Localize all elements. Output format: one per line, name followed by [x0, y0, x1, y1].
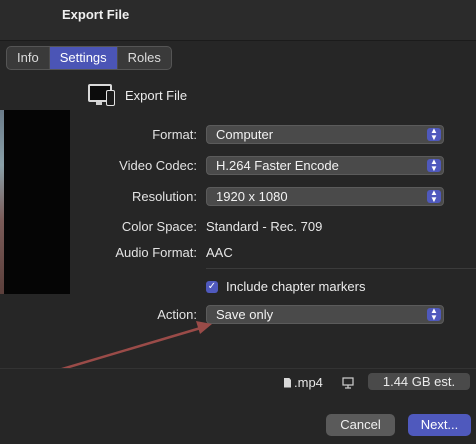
video-codec-select[interactable]: H.264 Faster Encode ▲ ▼ [206, 156, 444, 175]
video-codec-label: Video Codec: [119, 158, 197, 173]
tab-settings[interactable]: Settings [49, 47, 118, 69]
tab-roles[interactable]: Roles [118, 47, 171, 69]
window-title: Export File [62, 7, 130, 22]
next-button[interactable]: Next... [408, 414, 471, 436]
divider [206, 268, 476, 269]
format-value: Computer [216, 127, 274, 142]
resolution-value: 1920 x 1080 [216, 189, 288, 204]
chevron-up-down-icon: ▲ ▼ [427, 189, 441, 203]
chapter-markers-label: Include chapter markers [226, 279, 366, 294]
color-space-value: Standard - Rec. 709 [206, 219, 323, 234]
chevron-up-down-icon: ▲ ▼ [427, 158, 441, 172]
chevron-up-down-icon: ▲ ▼ [427, 127, 441, 141]
action-value: Save only [216, 307, 274, 322]
chevron-up-down-icon: ▲ ▼ [427, 307, 441, 321]
resolution-select[interactable]: 1920 x 1080 ▲ ▼ [206, 187, 444, 206]
document-icon [284, 377, 291, 388]
info-bar: .mp4 1.44 GB est. [0, 368, 476, 401]
cancel-button[interactable]: Cancel [326, 414, 395, 436]
tab-info[interactable]: Info [7, 47, 50, 69]
audio-format-value: AAC [206, 245, 233, 260]
action-select[interactable]: Save only ▲ ▼ [206, 305, 444, 324]
export-file-window: Export File Info Settings Roles Export F… [0, 0, 476, 444]
action-label: Action: [157, 307, 197, 322]
format-label: Format: [152, 127, 197, 142]
export-destination: Export File [88, 82, 187, 108]
display-icon [342, 377, 354, 389]
preview-thumbnail [0, 110, 70, 294]
video-codec-value: H.264 Faster Encode [216, 158, 339, 173]
color-space-label: Color Space: [121, 219, 197, 234]
tab-bar: Info Settings Roles [6, 46, 172, 70]
resolution-label: Resolution: [131, 189, 197, 204]
estimated-size-badge: 1.44 GB est. [368, 373, 470, 390]
chapter-markers-checkbox[interactable]: ✓ [206, 280, 218, 293]
file-extension-label: .mp4 [294, 375, 323, 390]
chapter-markers-option[interactable]: ✓ Include chapter markers [206, 279, 365, 294]
computer-and-phone-icon [88, 84, 115, 106]
audio-format-label: Audio Format: [115, 245, 197, 260]
preview-image [0, 110, 4, 294]
file-extension: .mp4 [284, 375, 323, 390]
destination-label: Export File [125, 87, 188, 103]
dialog-footer: Cancel Next... [0, 400, 476, 444]
format-select[interactable]: Computer ▲ ▼ [206, 125, 444, 144]
title-bar: Export File [0, 0, 476, 41]
